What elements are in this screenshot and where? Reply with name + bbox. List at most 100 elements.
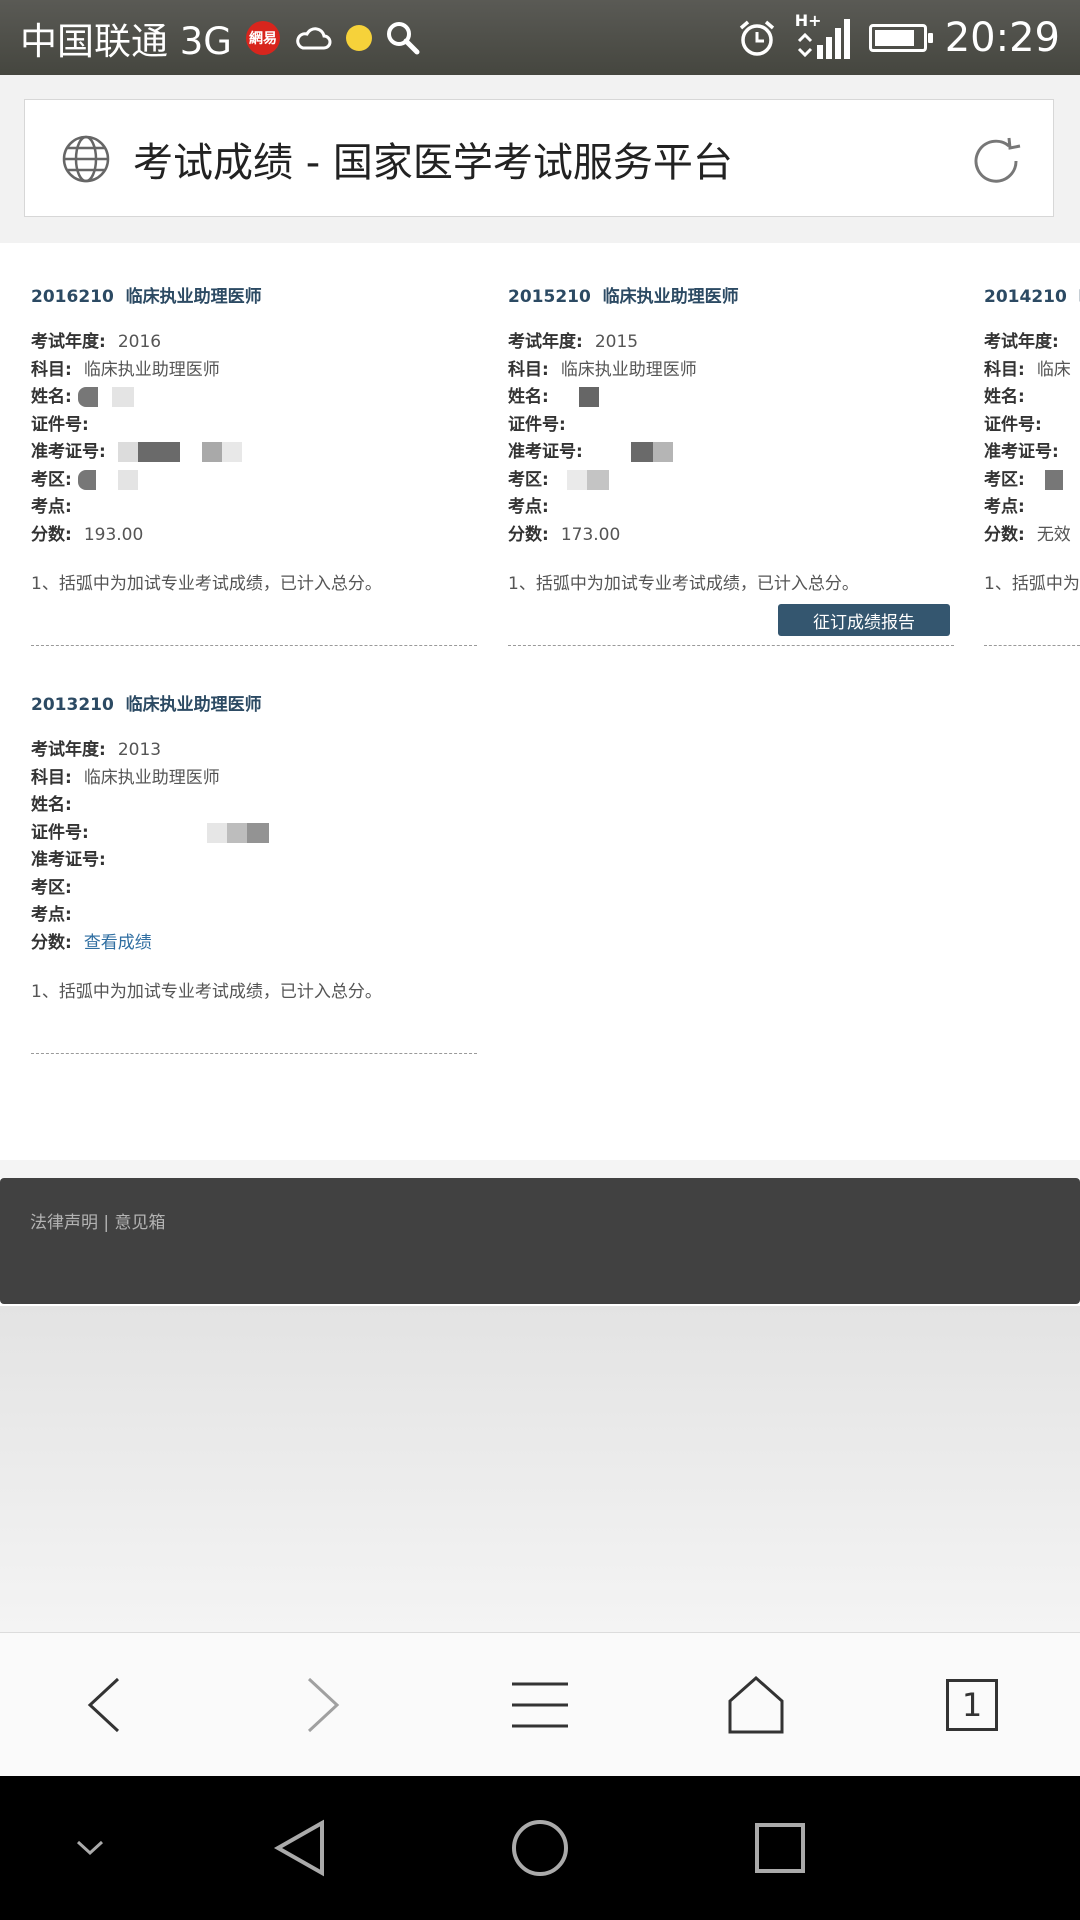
row-exam-area: 考区: (508, 467, 954, 495)
exam-card-2015: 2015210 临床执业助理医师 考试年度: 2015 科目: 临床执业助理医师 姓… (508, 282, 954, 594)
row-ticket-number: 准考证号: (31, 439, 477, 467)
address-bar[interactable]: 考试成绩 - 国家医学考试服务平台 (24, 99, 1054, 217)
value: 临床执业助理医师 (560, 359, 697, 380)
exam-card-2016: 2016210 临床执业助理医师 考试年度: 2016 科目: 临床执业助理医师 姓… (31, 282, 477, 594)
alarm-icon (739, 20, 774, 56)
exam-card-2013: 2013210 临床执业助理医师 考试年度: 2013 科目: 临床执业助理医师 姓… (31, 690, 477, 1002)
row-name: 姓名: (984, 384, 1080, 412)
row-ticket-number: 准考证号: (508, 439, 954, 467)
score-note: 1、括弧中为加试专业考试成绩，已计入总分。 (31, 982, 382, 1002)
score-results: 2016210 临床执业助理医师 考试年度: 2016 科目: 临床执业助理医师 姓… (0, 243, 1080, 1163)
card-title[interactable]: 2015210 临床执业助理医师 (508, 282, 954, 307)
nav-back-button[interactable] (250, 1776, 350, 1920)
forward-button[interactable] (273, 1633, 373, 1777)
redacted-value (111, 387, 134, 407)
home-button[interactable] (706, 1633, 806, 1777)
nav-home-button[interactable] (490, 1776, 590, 1920)
label: 姓名: (984, 387, 1025, 407)
page-title: 考试成绩 - 国家医学考试服务平台 (133, 140, 733, 186)
label: 证件号: (984, 414, 1042, 435)
label: 考试年度: (31, 332, 106, 352)
label: 考点: (31, 905, 72, 925)
row-id-number: 证件号: (31, 412, 477, 440)
tabs-button[interactable]: 1 (922, 1633, 1022, 1777)
label: 分数: (31, 524, 72, 545)
row-id-number: 证件号: (984, 412, 1080, 440)
card-title[interactable]: 2013210 临床执业助理医师 (31, 690, 477, 715)
legal-link[interactable]: 法律声明 (30, 1213, 98, 1233)
score-value: 无效 (1036, 524, 1071, 545)
redacted-value (246, 822, 269, 843)
label: 证件号: (31, 414, 89, 435)
label: 科目: (984, 359, 1025, 380)
collapse-button[interactable] (40, 1776, 140, 1920)
card-divider (508, 645, 954, 646)
score-note: 1、括弧中为 (984, 574, 1080, 594)
row-score: 分数: 193.00 (31, 522, 477, 550)
tabs-icon: 1 (946, 1679, 998, 1731)
exam-title: 临床执业助理医师 (125, 287, 262, 307)
row-score: 分数: 查看成绩 (31, 930, 477, 958)
cloud-icon (296, 26, 332, 49)
label: 分数: (984, 524, 1025, 545)
order-report-button[interactable]: 征订成绩报告 (778, 604, 950, 636)
row-subject: 科目: 临床执业助理医师 (31, 357, 477, 385)
label: 分数: (31, 932, 72, 953)
menu-button[interactable] (490, 1633, 590, 1777)
redacted-value (137, 442, 180, 462)
value: 2013 (117, 740, 162, 760)
row-year: 考试年度: 2016 (31, 329, 477, 357)
redacted-value (117, 469, 138, 490)
view-score-link[interactable]: 查看成绩 (84, 933, 152, 953)
value: 2015 (594, 332, 639, 352)
redacted-value (77, 469, 96, 490)
label: 证件号: (508, 414, 566, 435)
exam-code: 2015210 (508, 287, 591, 307)
redacted-value (566, 469, 587, 490)
row-exam-area: 考区: (31, 875, 477, 903)
collapse-icon (76, 1840, 104, 1856)
redacted-value (586, 469, 609, 490)
signal-icon: H+ (795, 11, 851, 61)
label: 考点: (984, 497, 1025, 517)
redacted-value (226, 822, 247, 843)
status-bar: 中国联通 3G 網易 H+ 20:29 (0, 0, 1080, 75)
refresh-icon[interactable] (969, 134, 1023, 188)
row-exam-area: 考区: (31, 467, 477, 495)
label: 准考证号: (508, 442, 583, 462)
forward-icon (307, 1677, 340, 1733)
menu-icon (512, 1682, 568, 1728)
nav-back-icon (273, 1819, 324, 1877)
netease-icon: 網易 (245, 20, 280, 55)
value: 临床执业助理医师 (83, 359, 220, 380)
score-note: 1、括弧中为加试专业考试成绩，已计入总分。 (31, 574, 382, 594)
row-year: 考试年度: 2015 (508, 329, 954, 357)
redacted-value (221, 442, 242, 462)
footer-gap (0, 1160, 1080, 1178)
back-icon (87, 1677, 120, 1733)
nav-home-icon (512, 1820, 568, 1876)
back-button[interactable] (54, 1633, 154, 1777)
row-exam-site: 考点: (31, 902, 477, 930)
nav-recents-button[interactable] (730, 1776, 830, 1920)
card-title[interactable]: 2016210 临床执业助理医师 (31, 282, 477, 307)
card-title[interactable]: 2014210 临 (984, 282, 1080, 307)
exam-code: 2016210 (31, 287, 114, 307)
redacted-value (630, 442, 653, 462)
exam-code: 2014210 (984, 287, 1067, 307)
exam-title: 临床执业助理医师 (602, 287, 739, 307)
nav-recents-icon (755, 1823, 805, 1873)
row-ticket-number: 准考证号: (984, 439, 1080, 467)
row-exam-site: 考点: (508, 494, 954, 522)
redacted-value (201, 442, 222, 462)
label: 考区: (31, 469, 72, 490)
site-footer: 法律声明 | 意见箱 (0, 1178, 1080, 1304)
redacted-value (578, 387, 599, 407)
label: 准考证号: (31, 442, 106, 462)
feedback-link[interactable]: 意见箱 (115, 1213, 166, 1233)
label: 科目: (508, 359, 549, 380)
battery-icon (868, 23, 933, 52)
row-ticket-number: 准考证号: (31, 847, 477, 875)
label: 准考证号: (984, 442, 1059, 462)
redacted-value (206, 822, 227, 843)
